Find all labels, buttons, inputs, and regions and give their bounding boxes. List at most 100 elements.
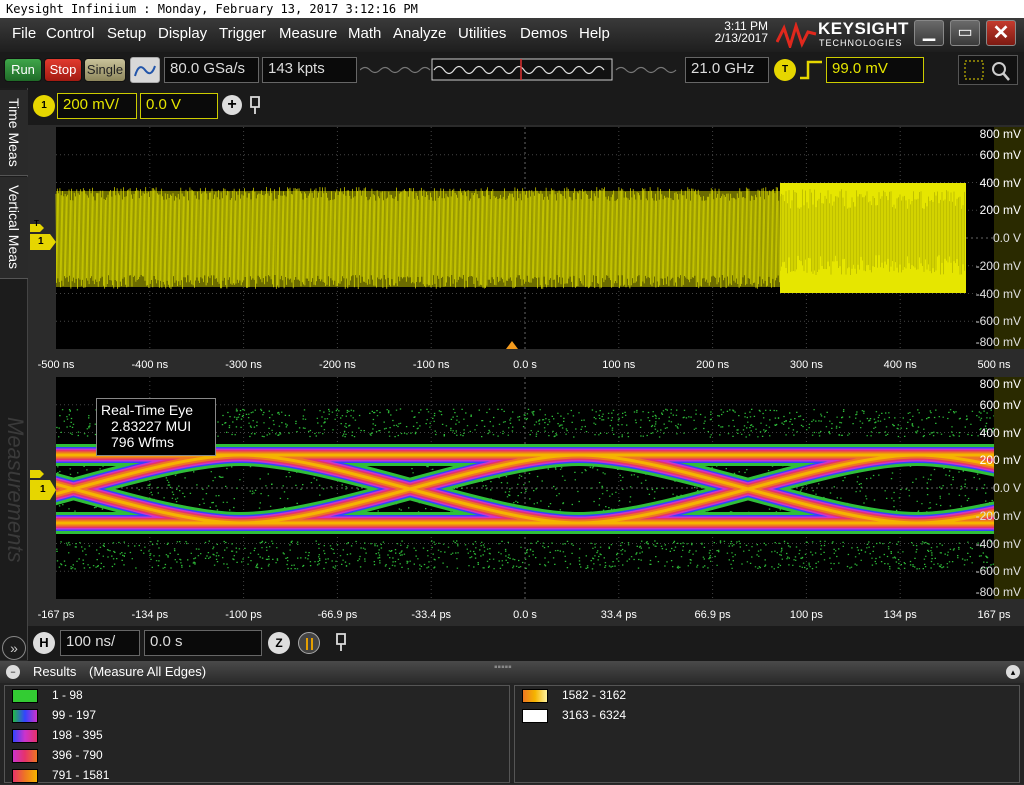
y-tick-label: 800 mV: [979, 127, 1021, 141]
legend-swatch: [12, 708, 38, 723]
results-header[interactable]: − Results (Measure All Edges) ▪▪▪▪▪ ▴: [0, 661, 1024, 683]
x-tick-label: -167 ps: [37, 609, 75, 621]
tab-vertical-meas[interactable]: Vertical Meas: [0, 177, 28, 279]
y-tick-label: 600 mV: [979, 147, 1021, 162]
tooltip-title: Real-Time Eye: [101, 402, 194, 418]
keysight-logo-icon: [776, 22, 817, 48]
legend-swatch: [12, 728, 38, 743]
sample-rate-field[interactable]: 80.0 GSa/s: [164, 57, 259, 83]
menu-setup[interactable]: Setup: [107, 25, 146, 42]
y-tick-label: 0.0 V: [992, 231, 1021, 245]
eye-measurement-tooltip: Real-Time Eye 2.83227 MUI 796 Wfms: [96, 398, 216, 456]
legend-swatch: [522, 688, 548, 703]
x-tick-label: 100 ps: [789, 609, 823, 621]
minimize-button[interactable]: ▁: [914, 20, 944, 46]
brand-subtitle: TECHNOLOGIES: [819, 38, 903, 48]
x-tick-label: 100 ns: [602, 359, 636, 371]
single-button[interactable]: Single: [84, 58, 126, 82]
pin-icon[interactable]: [246, 95, 264, 115]
time-position-field[interactable]: 0.0 s: [144, 630, 262, 656]
zoom-icon: [964, 60, 1010, 81]
legend-range: 1 - 98: [52, 688, 83, 702]
menu-analyze[interactable]: Analyze: [393, 25, 446, 42]
x-tick-label: -200 ns: [319, 359, 356, 371]
menu-control[interactable]: Control: [46, 25, 94, 42]
bandwidth-field[interactable]: 21.0 GHz: [685, 57, 769, 83]
waveform-overview[interactable]: [360, 57, 680, 83]
maximize-button[interactable]: ▭: [950, 20, 980, 46]
zoom-reset-button[interactable]: Z: [268, 632, 290, 654]
chevron-up-icon[interactable]: ▴: [1006, 665, 1020, 679]
legend-swatch: [12, 688, 38, 703]
memory-depth-field[interactable]: 143 kpts: [262, 57, 357, 83]
legend-range: 3163 - 6324: [562, 708, 627, 722]
menu-file[interactable]: File: [12, 25, 36, 42]
pin-icon[interactable]: [332, 632, 350, 652]
legend-range: 1582 - 3162: [562, 688, 627, 702]
x-tick-label: -100 ps: [225, 609, 262, 621]
y-tick-label: 0.0 V: [992, 481, 1021, 495]
legend-swatch: [12, 748, 38, 763]
y-tick-label: 800 mV: [979, 377, 1021, 391]
legend-range: 396 - 790: [52, 748, 103, 762]
run-button[interactable]: Run: [4, 58, 42, 82]
x-tick-label: 400 ns: [883, 359, 917, 371]
trigger-level-field[interactable]: 99.0 mV: [826, 57, 924, 83]
y-tick-label: 400 mV: [979, 175, 1021, 190]
horizontal-badge[interactable]: H: [33, 632, 55, 654]
legend-range: 198 - 395: [52, 728, 103, 742]
close-button[interactable]: ✕: [986, 20, 1016, 46]
legend-swatch: [522, 708, 548, 723]
legend-row: 791 - 1581: [12, 765, 109, 785]
minus-icon[interactable]: −: [6, 665, 20, 679]
window-title: Keysight Infiniium : Monday, February 13…: [0, 0, 1024, 18]
eye-channel-label: 1: [40, 484, 46, 495]
add-channel-button[interactable]: +: [222, 95, 242, 115]
menu-help[interactable]: Help: [579, 25, 610, 42]
legend-row: 396 - 790: [12, 745, 109, 765]
clock-date: 2/13/2017: [714, 31, 768, 45]
legend-row: 99 - 197: [12, 705, 109, 725]
vertical-offset-field[interactable]: 0.0 V: [140, 93, 218, 119]
y-tick-label: -200 mV: [975, 258, 1021, 273]
legend-swatch: [12, 768, 38, 783]
legend-row: 1 - 98: [12, 685, 109, 705]
x-tick-label: 200 ns: [696, 359, 730, 371]
menu-utilities[interactable]: Utilities: [458, 25, 506, 42]
time-scale-field[interactable]: 100 ns/: [60, 630, 140, 656]
menu-display[interactable]: Display: [158, 25, 207, 42]
menu-measure[interactable]: Measure: [279, 25, 337, 42]
menu-math[interactable]: Math: [348, 25, 381, 42]
dots-icon: [306, 638, 313, 650]
legend-row: 1582 - 3162: [522, 685, 626, 705]
y-tick-label: -600 mV: [975, 314, 1021, 329]
x-tick-label: -500 ns: [37, 359, 75, 371]
autoscale-button[interactable]: [130, 57, 160, 83]
results-title: Results: [33, 664, 77, 679]
menu-trigger[interactable]: Trigger: [219, 25, 266, 42]
stop-button[interactable]: Stop: [44, 58, 82, 82]
upper-waveform-plot[interactable]: [28, 125, 1024, 377]
trigger-badge[interactable]: T: [774, 59, 796, 81]
legend-range: 99 - 197: [52, 708, 97, 722]
tab-time-meas[interactable]: Time Meas: [0, 90, 28, 176]
menu-demos[interactable]: Demos: [520, 25, 568, 42]
y-tick-label: 600 mV: [979, 397, 1021, 412]
results-panel: 1 - 98 99 - 197 198 - 395 396 - 790 791 - 15…: [0, 683, 1024, 784]
brand-name: KEYSIGHT: [818, 19, 909, 38]
y-tick-label: -800 mV: [975, 335, 1021, 349]
timebase-options-button[interactable]: [298, 632, 320, 654]
y-tick-label: 200 mV: [979, 453, 1021, 468]
x-tick-label: 33.4 ps: [600, 609, 637, 621]
legend-row: 198 - 395: [12, 725, 109, 745]
x-tick-label: 300 ns: [789, 359, 823, 371]
rising-edge-icon[interactable]: [798, 58, 824, 82]
tooltip-mui: 2.83227 MUI: [111, 418, 192, 434]
expand-panel-button[interactable]: »: [2, 636, 26, 660]
x-tick-label: -100 ns: [412, 359, 450, 371]
drag-handle-icon[interactable]: ▪▪▪▪▪: [494, 657, 512, 679]
x-tick-label: 66.9 ps: [694, 609, 731, 621]
zoom-tool-button[interactable]: [958, 55, 1018, 85]
channel-1-badge[interactable]: 1: [33, 95, 55, 117]
vertical-scale-field[interactable]: 200 mV/: [57, 93, 137, 119]
